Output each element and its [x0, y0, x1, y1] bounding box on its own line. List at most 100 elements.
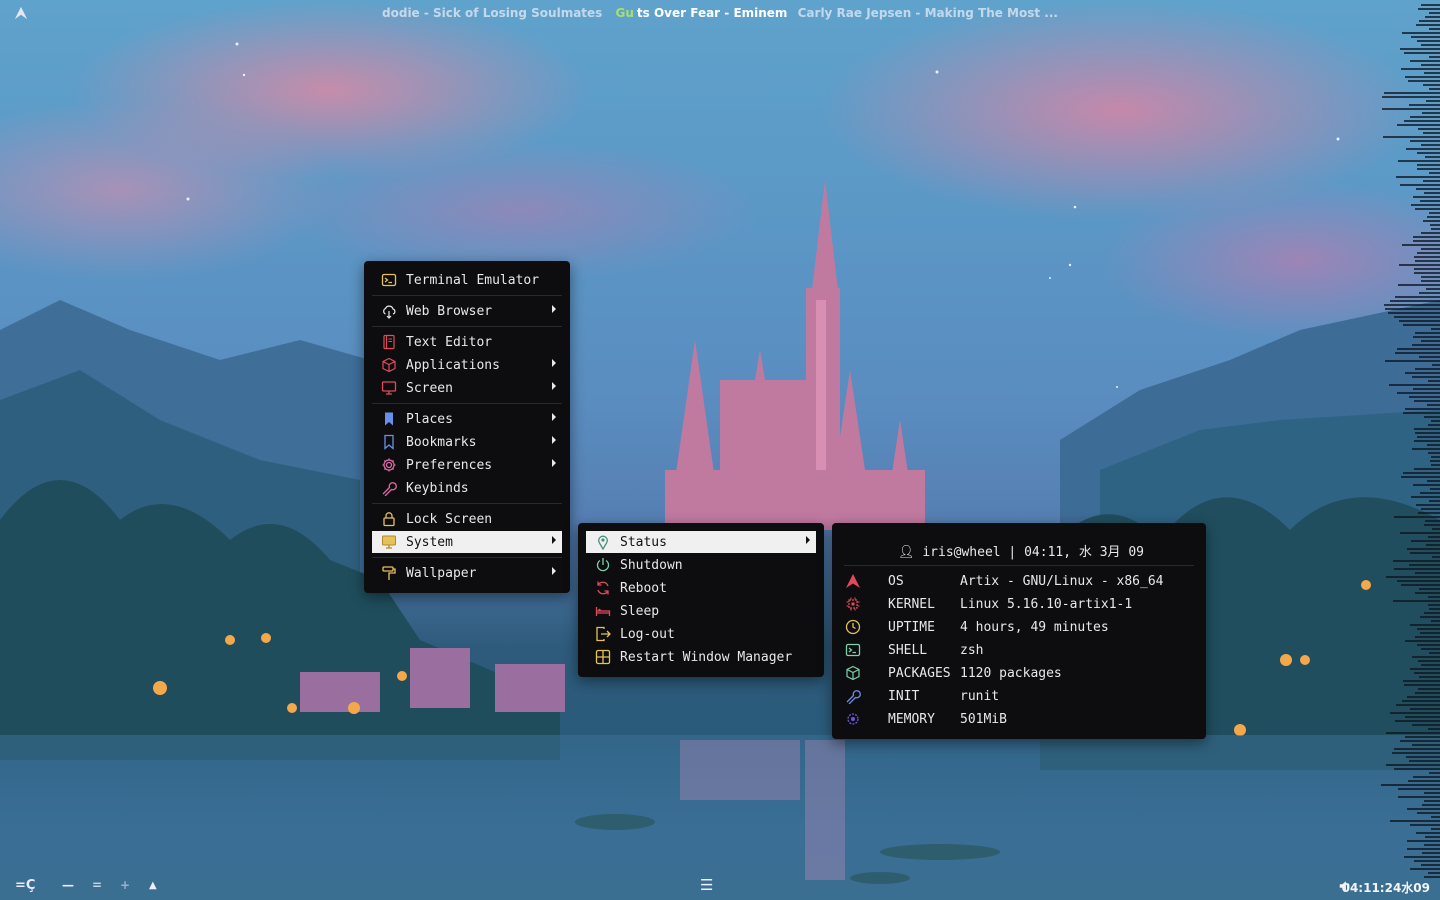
visualizer-bar — [1429, 212, 1440, 214]
menu-item-terminal-emulator[interactable]: Terminal Emulator — [372, 269, 562, 291]
visualizer-bar — [1417, 436, 1440, 438]
menu-icon[interactable]: ☰ — [700, 876, 713, 894]
visualizer-bar — [1405, 640, 1440, 642]
menu-item-status[interactable]: Status — [586, 531, 816, 553]
visualizer-bar — [1414, 268, 1440, 270]
menu-item-lock-screen[interactable]: Lock Screen — [372, 508, 562, 530]
visualizer-bar — [1416, 188, 1440, 190]
menu-item-label: Log-out — [620, 626, 675, 642]
menu-item-preferences[interactable]: Preferences — [372, 454, 562, 476]
visualizer-bar — [1414, 400, 1440, 402]
layout-indicator[interactable]: =Ç — [15, 878, 35, 893]
status-value: Linux 5.16.10-artix1-1 — [960, 596, 1133, 612]
bookmark-filled-icon — [380, 410, 398, 428]
status-value: 1120 packages — [960, 665, 1062, 681]
clock[interactable]: 04:11:24水09 — [1342, 879, 1430, 896]
menu-item-reboot[interactable]: Reboot — [586, 577, 816, 599]
menu-item-bookmarks[interactable]: Bookmarks — [372, 431, 562, 453]
submenu-arrow-icon — [552, 536, 556, 544]
menu-item-wallpaper[interactable]: Wallpaper — [372, 562, 562, 584]
visualizer-bar — [1415, 208, 1440, 210]
wrench-icon — [844, 687, 862, 705]
visualizer-bar — [1397, 124, 1440, 126]
visualizer-bar — [1421, 508, 1440, 510]
refresh-icon — [594, 579, 612, 597]
visualizer-bar — [1406, 756, 1440, 758]
visualizer-bar — [1403, 324, 1440, 326]
menu-item-text-editor[interactable]: Text Editor — [372, 331, 562, 353]
submenu-arrow-icon — [806, 536, 810, 544]
visualizer-bar — [1431, 456, 1440, 458]
visualizer-bar — [1384, 92, 1440, 94]
visualizer-bar — [1415, 368, 1440, 370]
visualizer-bar — [1413, 776, 1440, 778]
visualizer-bar — [1420, 632, 1440, 634]
visualizer-bar — [1419, 676, 1440, 678]
menu-item-system[interactable]: System — [372, 531, 562, 553]
visualizer-bar — [1428, 596, 1440, 598]
visualizer-bar — [1407, 848, 1440, 850]
workspace-2[interactable]: = — [92, 878, 102, 892]
visualizer-bar — [1413, 336, 1440, 338]
visualizer-bar — [1416, 832, 1440, 834]
visualizer-bar — [1410, 140, 1440, 142]
submenu-arrow-icon — [552, 413, 556, 421]
visualizer-bar — [1421, 4, 1440, 6]
workspace-3[interactable]: + — [120, 878, 130, 892]
status-separator — [844, 565, 1194, 566]
visualizer-bar — [1411, 540, 1440, 542]
visualizer-bar — [1394, 748, 1440, 750]
menu-item-places[interactable]: Places — [372, 408, 562, 430]
visualizer-bar — [1429, 500, 1440, 502]
visualizer-bar — [1427, 216, 1440, 218]
visualizer-bar — [1386, 764, 1440, 766]
status-row-kernel: KERNEL Linux 5.16.10-artix1-1 — [844, 594, 1132, 614]
workspace-4[interactable]: ▲ — [149, 880, 157, 891]
menu-separator — [372, 295, 562, 296]
visualizer-bar — [1395, 296, 1440, 298]
menu-item-label: Status — [620, 534, 667, 550]
visualizer-bar — [1398, 160, 1440, 162]
menu-item-shutdown[interactable]: Shutdown — [586, 554, 816, 576]
submenu-arrow-icon — [552, 382, 556, 390]
menu-separator — [372, 557, 562, 558]
status-row-init: INIT runit — [844, 686, 999, 706]
menu-item-screen[interactable]: Screen — [372, 377, 562, 399]
location-pin-icon — [594, 533, 612, 551]
menu-item-label: Keybinds — [406, 480, 469, 496]
visualizer-bar — [1421, 864, 1440, 866]
now-playing-previous[interactable]: dodie - Sick of Losing Soulmates — [382, 6, 602, 20]
visualizer-bar — [1425, 156, 1440, 158]
menu-item-keybinds[interactable]: Keybinds — [372, 477, 562, 499]
package-icon — [380, 356, 398, 374]
paint-roller-icon — [380, 564, 398, 582]
visualizer-bar — [1401, 584, 1440, 586]
now-playing-list: dodie - Sick of Losing Soulmates Gu ts Ov… — [0, 6, 1440, 20]
visualizer-bar — [1383, 136, 1440, 138]
status-value: Artix - GNU/Linux - x86_64 — [960, 573, 1164, 589]
now-playing-current[interactable]: Gu ts Over Fear - Eminem — [613, 6, 788, 20]
visualizer-bar — [1399, 320, 1440, 322]
status-key: UPTIME — [888, 619, 935, 635]
visualizer-bar — [1429, 28, 1440, 30]
menu-item-label: Text Editor — [406, 334, 493, 350]
top-bar: dodie - Sick of Losing Soulmates Gu ts Ov… — [0, 0, 1440, 28]
menu-item-web-browser[interactable]: Web Browser — [372, 300, 562, 322]
menu-item-label: Bookmarks — [406, 434, 477, 450]
menu-item-applications[interactable]: Applications — [372, 354, 562, 376]
visualizer-bar — [1397, 580, 1440, 582]
status-row-memory: MEMORY 501MiB — [844, 709, 1007, 729]
menu-item-log-out[interactable]: Log-out — [586, 623, 816, 645]
status-row-packages: PACKAGES 1120 packages — [844, 663, 1062, 683]
visualizer-bar — [1424, 792, 1440, 794]
menu-item-restart-window-manager[interactable]: Restart Window Manager — [586, 646, 816, 668]
visualizer-bar — [1413, 196, 1440, 198]
now-playing-next[interactable]: Carly Rae Jepsen - Making The Most ... — [798, 6, 1058, 20]
visualizer-bar — [1411, 496, 1440, 498]
visualizer-bar — [1390, 820, 1440, 822]
visualizer-bar — [1385, 360, 1440, 362]
visualizer-bar — [1420, 200, 1440, 202]
status-row-os: OS Artix - GNU/Linux - x86_64 — [844, 571, 1164, 591]
menu-item-sleep[interactable]: Sleep — [586, 600, 816, 622]
workspace-1[interactable]: — — [62, 878, 74, 892]
